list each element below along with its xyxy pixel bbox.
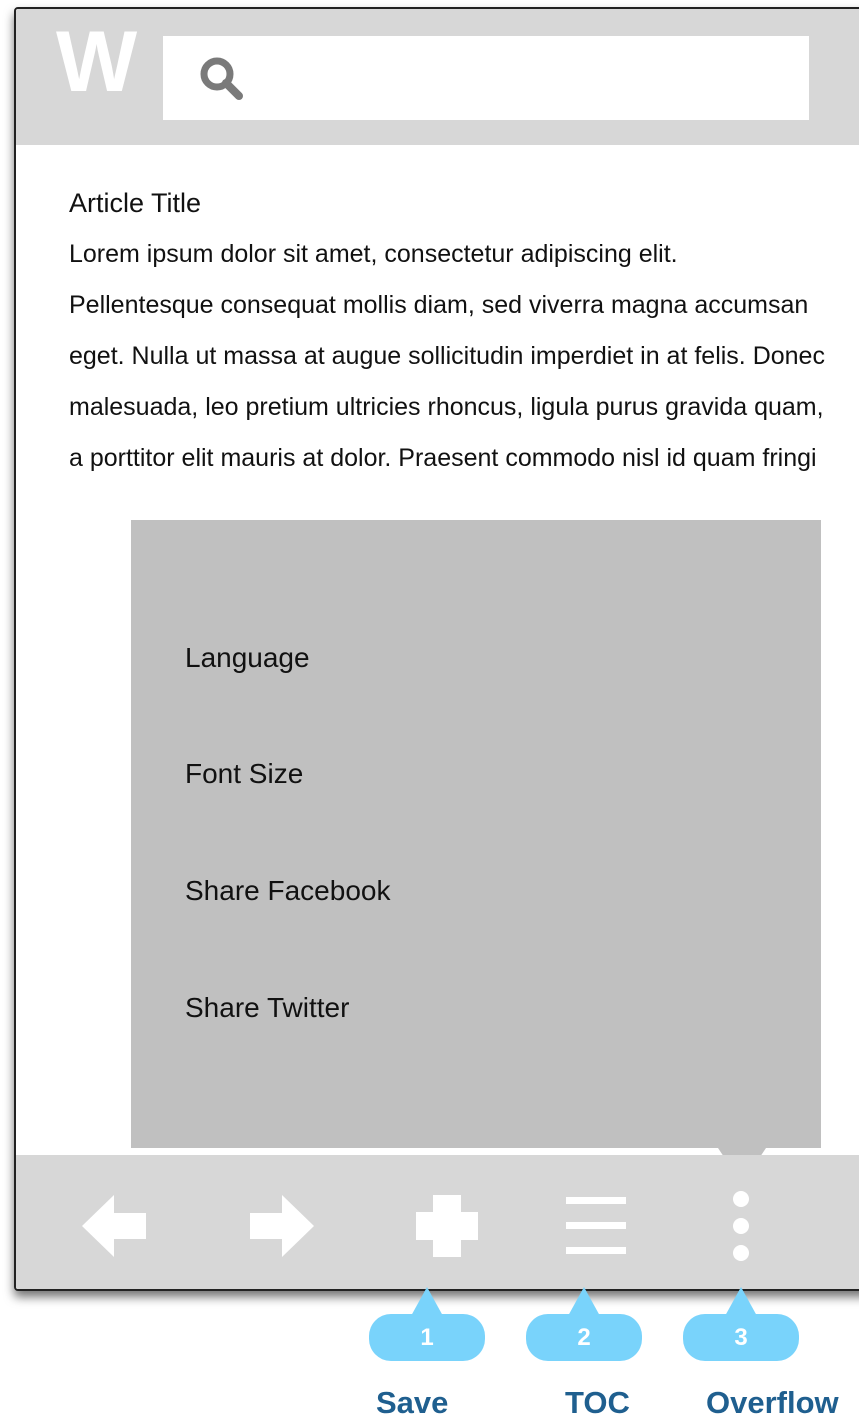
bottom-toolbar: [16, 1155, 859, 1289]
article-body: Lorem ipsum dolor sit amet, consectetur …: [69, 240, 825, 472]
menu-item-font-size[interactable]: Font Size: [185, 758, 303, 790]
menu-item-share-twitter[interactable]: Share Twitter: [185, 992, 349, 1024]
top-bar: W: [16, 9, 859, 145]
more-vertical-icon[interactable]: [706, 1191, 776, 1261]
plus-icon[interactable]: [412, 1191, 482, 1261]
wikipedia-logo[interactable]: W: [56, 19, 137, 105]
callout-label-toc: TOC: [565, 1385, 630, 1420]
search-bar[interactable]: [163, 36, 809, 120]
menu-item-language[interactable]: Language: [185, 642, 310, 674]
callout-overflow: 3: [683, 1287, 799, 1361]
callout-save: 1: [369, 1287, 485, 1361]
callout-label-save: Save: [376, 1385, 449, 1420]
search-icon: [200, 57, 243, 100]
back-arrow-icon[interactable]: [80, 1191, 150, 1261]
article-content: Article Title Lorem ipsum dolor sit amet…: [69, 177, 829, 484]
forward-arrow-icon[interactable]: [246, 1191, 316, 1261]
article-title: Article Title: [69, 188, 202, 218]
menu-lines-icon[interactable]: [562, 1191, 632, 1261]
callout-toc: 2: [526, 1287, 642, 1361]
callout-number: 3: [683, 1314, 799, 1361]
callout-number: 1: [369, 1314, 485, 1361]
overflow-menu: Language Font Size Share Facebook Share …: [131, 520, 821, 1148]
phone-frame: W Article Title Lorem ipsum dolor sit am…: [14, 7, 859, 1291]
menu-item-share-facebook[interactable]: Share Facebook: [185, 875, 390, 907]
callout-label-overflow: Overflow: [706, 1385, 839, 1420]
callout-number: 2: [526, 1314, 642, 1361]
